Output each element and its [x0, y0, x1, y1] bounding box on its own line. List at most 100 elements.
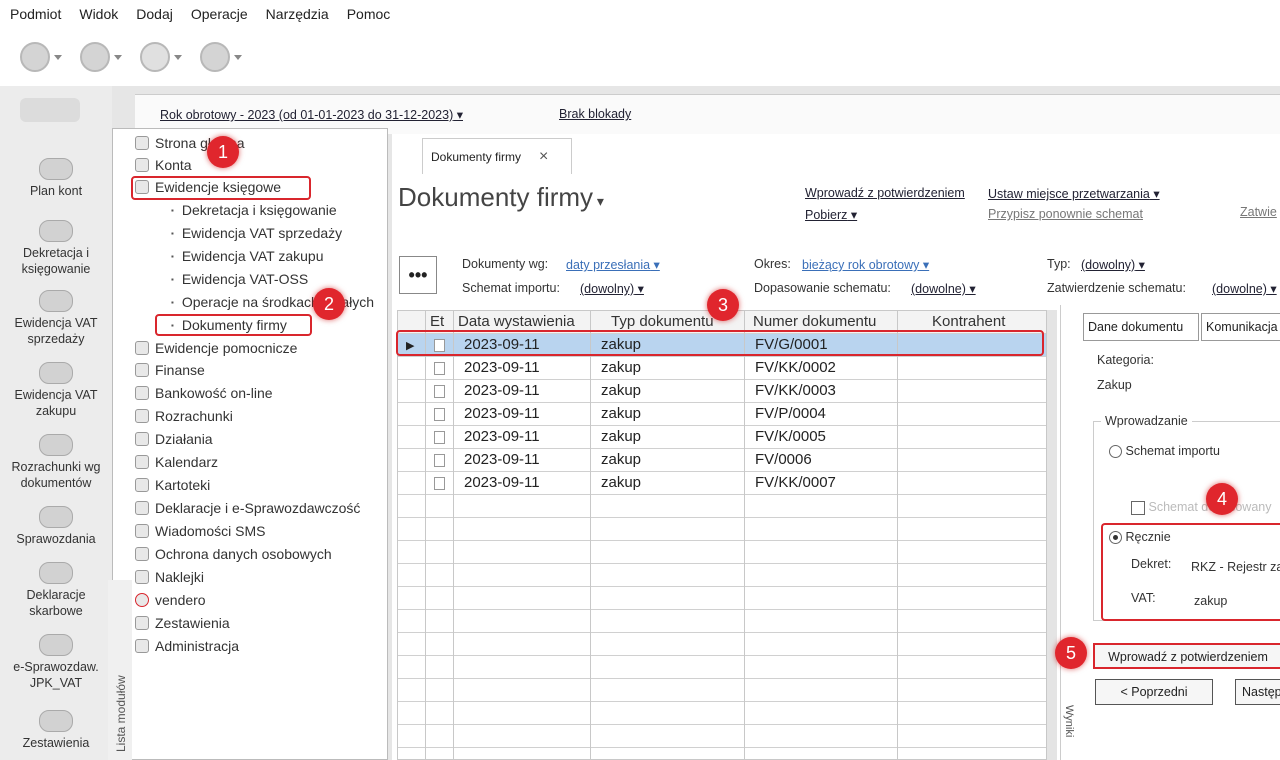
fiscal-year-dropdown[interactable]: Rok obrotowy - 2023 (od 01-01-2023 do 31…: [160, 107, 463, 122]
cell-contractor: [898, 748, 1046, 759]
module-icon: [39, 220, 73, 242]
nav-sub-vat-sprzedazy[interactable]: Ewidencja VAT sprzedaży: [171, 225, 342, 241]
more-options-button[interactable]: •••: [399, 256, 437, 294]
nav-sub-vat-zakupu[interactable]: Ewidencja VAT zakupu: [171, 248, 324, 264]
table-row[interactable]: 2023-09-11 zakup FV/KK/0003: [398, 380, 1046, 403]
enter-confirm-link[interactable]: Wprowadź z potwierdzeniem: [805, 186, 965, 200]
approve-dropdown[interactable]: (dowolne) ▾: [1212, 281, 1277, 296]
tab-communication[interactable]: Komunikacja: [1201, 313, 1280, 341]
row-et: [426, 426, 454, 449]
menu-narzedzia[interactable]: Narzędzia: [266, 6, 329, 22]
module-vat-sprzedazy[interactable]: Ewidencja VAT sprzedaży: [0, 290, 112, 347]
row-indicator: [398, 679, 426, 702]
nav-ewidencje-pomocnicze[interactable]: Ewidencje pomocnicze: [135, 340, 297, 356]
module-label: Plan kont: [29, 184, 83, 198]
nav-label: Naklejki: [155, 569, 205, 585]
set-processing-link[interactable]: Ustaw miejsce przetwarzania ▾: [988, 186, 1160, 201]
cell-date: [454, 725, 591, 748]
table-row[interactable]: 2023-09-11 zakup FV/0006: [398, 449, 1046, 472]
table-row[interactable]: 2023-09-11 zakup FV/KK/0002: [398, 357, 1046, 380]
table-row[interactable]: 2023-09-11 zakup FV/KK/0007: [398, 472, 1046, 495]
nav-sub-dekretacja[interactable]: Dekretacja i księgowanie: [171, 202, 337, 218]
menu-dodaj[interactable]: Dodaj: [136, 6, 173, 22]
module-dekretacja[interactable]: Dekretacja i księgowanie: [0, 220, 112, 277]
nav-administracja[interactable]: Administracja: [135, 638, 239, 654]
envelope-icon[interactable]: [20, 42, 62, 72]
row-indicator: [398, 656, 426, 679]
nav-kalendarz[interactable]: Kalendarz: [135, 454, 218, 470]
period-dropdown[interactable]: bieżący rok obrotowy ▾: [802, 257, 929, 272]
row-indicator: [398, 495, 426, 518]
cell-date: [454, 541, 591, 564]
menu-podmiot[interactable]: Podmiot: [10, 6, 61, 22]
results-collapse[interactable]: Wyniki: [1063, 685, 1077, 760]
row-indicator: [398, 564, 426, 587]
match-dropdown[interactable]: (dowolne) ▾: [911, 281, 976, 296]
previous-button[interactable]: < Poprzedni: [1095, 679, 1213, 705]
cell-type: zakup: [591, 449, 745, 472]
row-et: [426, 610, 454, 633]
docs-by-dropdown[interactable]: daty przesłania ▾: [566, 257, 660, 272]
type-dropdown[interactable]: (dowolny) ▾: [1081, 257, 1145, 272]
module-sprawozdania[interactable]: Sprawozdania: [0, 506, 112, 547]
nav-rozrachunki[interactable]: Rozrachunki: [135, 408, 233, 424]
nav-sub-srodki-trwale[interactable]: Operacje na środkach trwałych: [171, 294, 381, 310]
module-rozrachunki[interactable]: Rozrachunki wg dokumentów: [0, 434, 112, 491]
table-row[interactable]: 2023-09-11 zakup FV/P/0004: [398, 403, 1046, 426]
help-icon[interactable]: [200, 42, 242, 72]
admin-icon: [135, 639, 149, 653]
nav-deklaracje[interactable]: Deklaracje i e-Sprawozdawczość: [135, 500, 360, 516]
next-button[interactable]: Następny: [1235, 679, 1280, 705]
document-icon: [434, 454, 445, 467]
menu-pomoc[interactable]: Pomoc: [347, 6, 391, 22]
s-logo-icon[interactable]: [140, 42, 182, 72]
cell-type: [591, 748, 745, 759]
close-icon[interactable]: ×: [539, 148, 548, 166]
menu-operacje[interactable]: Operacje: [191, 6, 248, 22]
menu-bar: Podmiot Widok Dodaj Operacje Narzędzia P…: [0, 0, 1280, 28]
nav-zestawienia[interactable]: Zestawienia: [135, 615, 230, 631]
cell-number: FV/0006: [745, 449, 898, 472]
nav-bankowosc[interactable]: Bankowość on-line: [135, 385, 273, 401]
module-deklaracje[interactable]: Deklaracje skarbowe: [0, 562, 112, 619]
row-et: [426, 518, 454, 541]
nav-vendero[interactable]: vendero: [135, 592, 206, 608]
assign-scheme-link[interactable]: Przypisz ponownie schemat: [988, 207, 1143, 221]
module-zestawienia[interactable]: Zestawienia: [0, 710, 112, 751]
nav-rodo[interactable]: Ochrona danych osobowych: [135, 546, 332, 562]
row-indicator: [398, 472, 426, 495]
cell-number: FV/KK/0002: [745, 357, 898, 380]
import-dropdown[interactable]: (dowolny) ▾: [580, 281, 644, 296]
lock-status-link[interactable]: Brak blokady: [559, 107, 631, 121]
nav-label: Konta: [155, 157, 192, 173]
download-link[interactable]: Pobierz ▾: [805, 207, 857, 222]
module-jpk[interactable]: e-Sprawozdaw. JPK_VAT: [0, 634, 112, 691]
module-plan-kont[interactable]: Plan kont: [0, 158, 112, 199]
nav-konta[interactable]: Konta: [135, 157, 192, 173]
module-vat-zakupu[interactable]: Ewidencja VAT zakupu: [0, 362, 112, 419]
nav-naklejki[interactable]: Naklejki: [135, 569, 204, 585]
row-et: [426, 357, 454, 380]
nav-sms[interactable]: Wiadomości SMS: [135, 523, 265, 539]
confirm-button[interactable]: Wprowadź z potwierdzeniem: [1093, 643, 1280, 669]
cell-type: [591, 679, 745, 702]
module-list-label[interactable]: Lista modułów: [108, 580, 132, 760]
nav-dzialania[interactable]: Działania: [135, 431, 213, 447]
docs-by-value: daty przesłania: [566, 258, 651, 272]
cell-contractor: [898, 518, 1046, 541]
nav-kartoteki[interactable]: Kartoteki: [135, 477, 210, 493]
globe-icon[interactable]: [80, 42, 122, 72]
table-row[interactable]: 2023-09-11 zakup FV/K/0005: [398, 426, 1046, 449]
menu-widok[interactable]: Widok: [79, 6, 118, 22]
row-indicator: [398, 610, 426, 633]
grid-scrollbar[interactable]: [1047, 310, 1057, 760]
sms-icon: [135, 524, 149, 538]
nav-sub-vat-oss[interactable]: Ewidencja VAT-OSS: [171, 271, 308, 287]
page-title[interactable]: Dokumenty firmy ▾: [398, 182, 604, 213]
nav-finanse[interactable]: Finanse: [135, 362, 205, 378]
approve-link[interactable]: Zatwie: [1240, 205, 1277, 219]
tab-document-data[interactable]: Dane dokumentu: [1083, 313, 1199, 341]
tab-dokumenty-firmy[interactable]: Dokumenty firmy ×: [422, 138, 572, 174]
radio-import-scheme[interactable]: Schemat importu: [1109, 444, 1220, 459]
page-title-text: Dokumenty firmy: [398, 182, 594, 212]
